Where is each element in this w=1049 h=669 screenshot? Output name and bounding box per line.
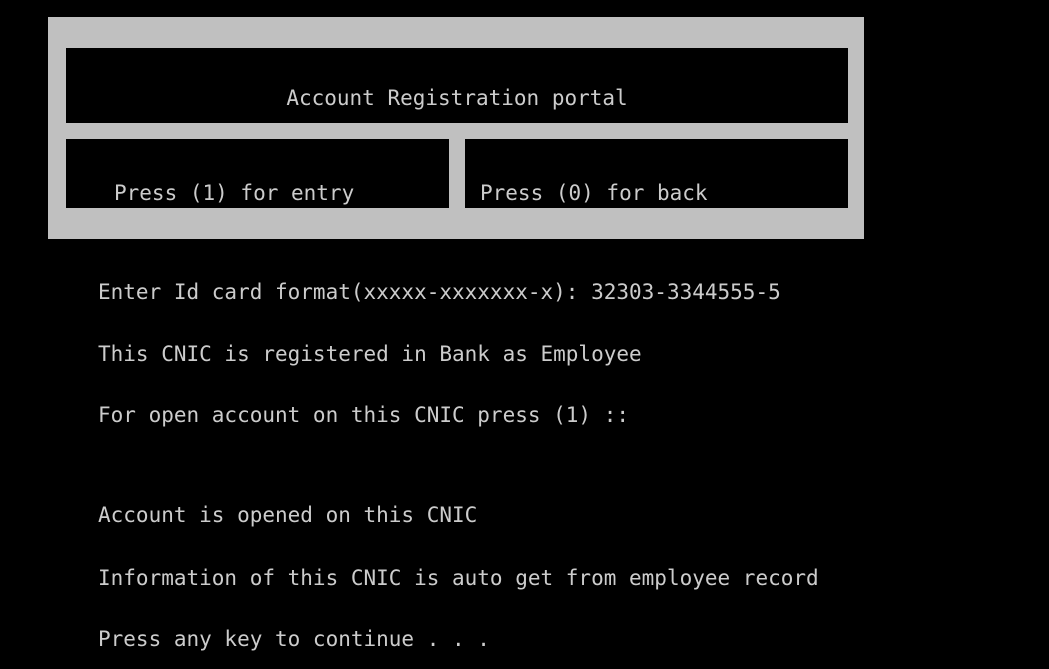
menu-option-entry: Press (1) for entry bbox=[114, 181, 355, 205]
menu-option-entry-box: Press (1) for entry bbox=[66, 139, 449, 208]
account-opened-line: Account is opened on this CNIC bbox=[98, 503, 478, 527]
auto-info-line: Information of this CNIC is auto get fro… bbox=[98, 566, 819, 590]
continue-prompt-line: Press any key to continue . . . bbox=[98, 627, 490, 651]
id-card-prompt-line: Enter Id card format(xxxxx-xxxxxxx-x): 3… bbox=[98, 280, 781, 304]
menu-title: Account Registration portal bbox=[286, 86, 628, 110]
menu-option-back: Press (0) for back bbox=[480, 181, 708, 205]
registered-status-line: This CNIC is registered in Bank as Emplo… bbox=[98, 342, 642, 366]
menu-option-back-box: Press (0) for back bbox=[465, 139, 848, 208]
open-account-prompt-line: For open account on this CNIC press (1) … bbox=[98, 403, 630, 427]
menu-title-box: Account Registration portal bbox=[66, 48, 848, 123]
console-window[interactable]: Account Registration portal Press (1) fo… bbox=[0, 0, 1049, 669]
